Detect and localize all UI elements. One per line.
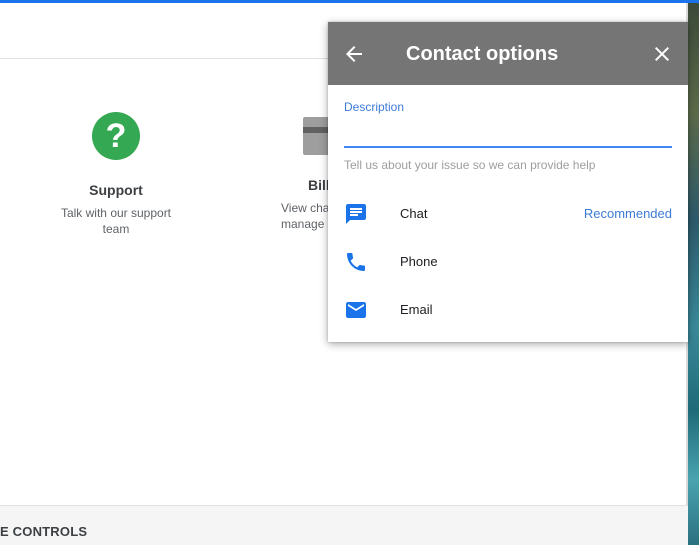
email-icon — [344, 298, 368, 322]
phone-option-label: Phone — [400, 254, 438, 269]
email-option-label: Email — [400, 302, 433, 317]
help-circle-icon: ? — [92, 112, 140, 160]
dialog-title: Contact options — [406, 43, 559, 65]
recommended-badge: Recommended — [583, 206, 672, 221]
bottom-section-bar: E CONTROLS — [0, 505, 688, 545]
back-arrow-icon[interactable] — [342, 42, 366, 66]
dialog-header: Contact options — [328, 22, 688, 85]
support-desc-line: team — [102, 222, 130, 236]
support-card-description: Talk with our support team — [26, 205, 206, 237]
desktop-background-strip — [688, 3, 699, 545]
support-desc-line: Talk with our support — [60, 206, 172, 220]
contact-option-chat[interactable]: Chat Recommended — [328, 190, 688, 238]
support-card-title: Support — [89, 182, 143, 198]
description-helper-text: Tell us about your issue so we can provi… — [344, 158, 596, 172]
chat-icon — [344, 202, 368, 226]
phone-icon — [344, 250, 368, 274]
close-icon[interactable] — [650, 42, 674, 66]
bottom-section-label: E CONTROLS — [0, 524, 88, 539]
support-card[interactable]: ? Support Talk with our support team — [26, 112, 206, 237]
contact-options-dialog: Contact options Description Tell us abou… — [328, 22, 688, 342]
description-label: Description — [344, 100, 405, 114]
contact-option-phone[interactable]: Phone — [328, 238, 688, 286]
contact-option-email[interactable]: Email — [328, 286, 688, 334]
description-input[interactable] — [344, 118, 672, 148]
chat-option-label: Chat — [400, 206, 428, 221]
